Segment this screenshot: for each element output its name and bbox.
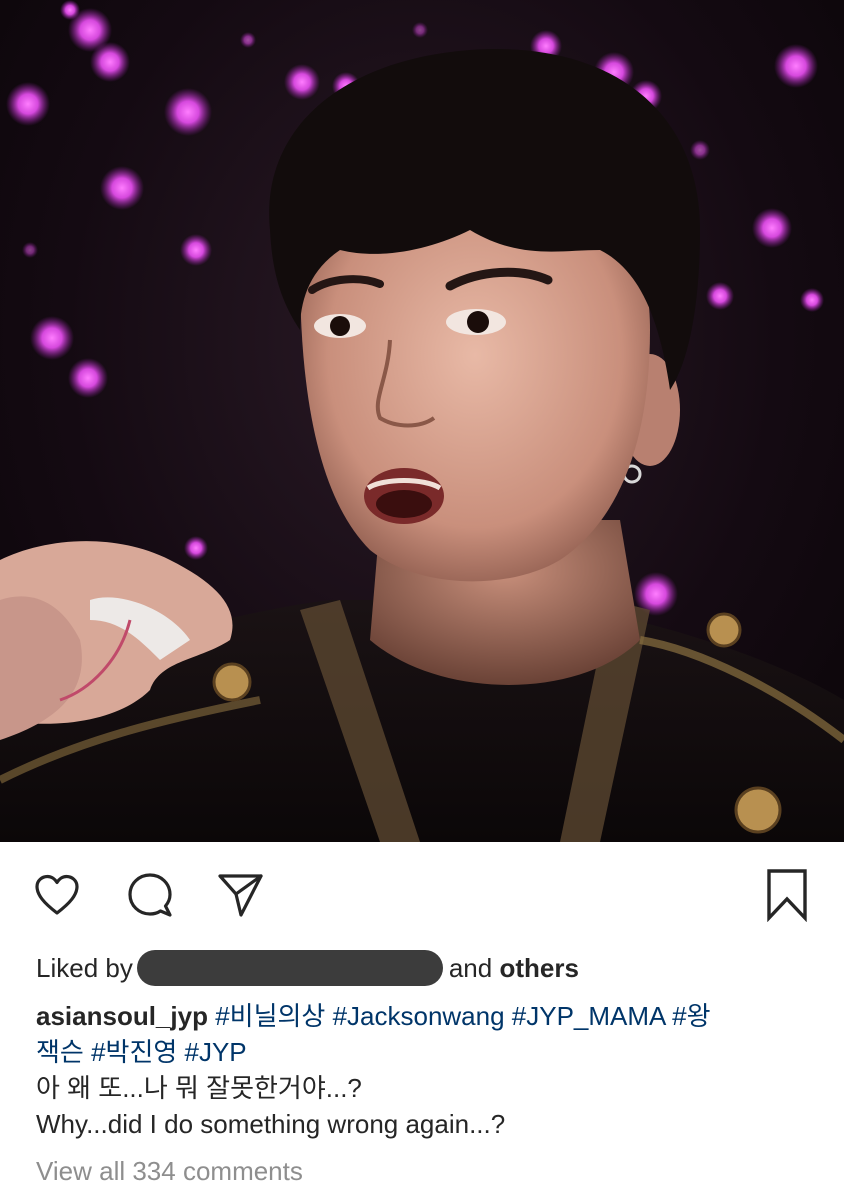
comment-bubble-icon [128, 873, 172, 917]
hashtags-line-1[interactable]: #비닐의상 #Jacksonwang #JYP_MAMA #왕 [215, 1001, 710, 1031]
caption-korean-text: 아 왜 또...나 뭐 잘못한거야...? [36, 1073, 362, 1103]
post-caption: asiansoul_jyp #비닐의상 #Jacksonwang #JYP_MA… [36, 998, 816, 1142]
liked-by-and: and [448, 952, 493, 983]
hashtags-line-2[interactable]: 잭슨 #박진영 #JYP [36, 1037, 247, 1067]
liked-by-others-link[interactable]: others [499, 953, 578, 984]
post-photo[interactable] [0, 0, 844, 842]
like-button[interactable] [30, 868, 84, 922]
bookmark-icon [767, 869, 807, 922]
liked-by-line: Liked by and others [36, 948, 579, 988]
caption-username[interactable]: asiansoul_jyp [36, 1001, 208, 1031]
paper-plane-icon [218, 874, 263, 917]
comment-button[interactable] [123, 868, 177, 922]
share-button[interactable] [213, 868, 267, 922]
heart-icon [35, 874, 79, 915]
view-all-comments-link[interactable]: View all 334 comments [36, 1156, 303, 1187]
caption-hashtag-line-2: 잭슨 #박진영 #JYP [36, 1034, 816, 1070]
redacted-username [136, 950, 443, 986]
caption-english-text: Why...did I do something wrong again...? [36, 1109, 506, 1139]
caption-hashtag-line-1: asiansoul_jyp #비닐의상 #Jacksonwang #JYP_MA… [36, 998, 816, 1034]
save-button[interactable] [760, 868, 814, 922]
post-photo-illustration [0, 0, 844, 842]
liked-by-prefix: Liked by [36, 952, 133, 983]
post-action-bar [0, 842, 844, 952]
